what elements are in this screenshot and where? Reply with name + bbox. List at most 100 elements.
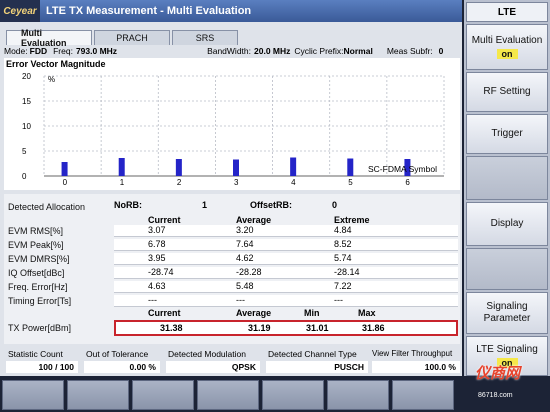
brand-logo: Ceyear — [0, 0, 40, 22]
statistic-count: Statistic Count 100 / 100 — [4, 348, 80, 374]
result-value-extreme: 7.22 — [334, 281, 352, 291]
trigger-softkey[interactable]: Trigger — [466, 114, 548, 154]
result-row: 3.95 4.62 5.74 — [114, 253, 458, 265]
bottom-softkey-7[interactable] — [392, 380, 454, 410]
txpower-header-max: Max — [358, 308, 376, 318]
result-value-current: 6.78 — [148, 239, 166, 249]
watermark-url: 86718.com — [478, 392, 513, 399]
y-tick-label: 10 — [22, 122, 31, 131]
multi-evaluation-on-badge: on — [496, 49, 518, 59]
result-value-average: 5.48 — [236, 281, 254, 291]
evm-bar — [61, 162, 68, 176]
freq-value: 793.0 MHz — [75, 46, 118, 56]
y-tick-label: 20 — [22, 72, 31, 81]
signaling-parameter-softkey[interactable]: Signaling Parameter — [466, 292, 548, 334]
x-tick-label: 6 — [405, 178, 410, 187]
norb-label: NoRB: — [114, 200, 142, 210]
watermark-logo: 仪商网 — [475, 365, 521, 382]
offsetrb-value: 0 — [332, 200, 338, 210]
mode-label: Mode: — [4, 46, 28, 56]
cyclic-prefix-value: Normal — [343, 46, 373, 56]
result-value-average: --- — [236, 295, 245, 305]
x-tick-label: 0 — [63, 178, 68, 187]
y-tick-label: 5 — [22, 147, 27, 156]
txpower-max: 31.86 — [362, 323, 385, 333]
bottom-softkey-5[interactable] — [262, 380, 324, 410]
tab-multi-evaluation[interactable]: Multi Evaluation — [6, 28, 92, 48]
meas-subframe-label: Meas Subfr: — [386, 46, 433, 56]
bottom-softkey-3[interactable] — [132, 380, 194, 410]
display-softkey[interactable]: Display — [466, 202, 548, 246]
results-table: Detected Allocation NoRB: 1 OffsetRB: 0 … — [4, 194, 460, 344]
txpower-header-min: Min — [304, 308, 320, 318]
result-value-current: 3.95 — [148, 253, 166, 263]
multi-evaluation-softkey[interactable]: Multi Evaluation on — [466, 24, 548, 70]
mode-value: FDD — [29, 46, 48, 56]
result-row-label: Timing Error[Ts] — [8, 296, 72, 306]
tab-srs[interactable]: SRS — [172, 30, 238, 45]
result-value-average: 4.62 — [236, 253, 254, 263]
txpower-label: TX Power[dBm] — [8, 323, 72, 333]
result-value-current: 4.63 — [148, 281, 166, 291]
result-value-current: -28.74 — [148, 267, 174, 277]
txpower-average: 31.19 — [248, 323, 271, 333]
x-tick-label: 4 — [291, 178, 296, 187]
statistic-count-value: 100 / 100 — [6, 361, 78, 373]
result-value-extreme: -28.14 — [334, 267, 360, 277]
out-of-tolerance: Out of Tolerance 0.00 % — [84, 348, 162, 374]
y-tick-label: 15 — [22, 97, 31, 106]
x-axis-label: SC-FDMA Symbol — [368, 164, 437, 174]
result-value-average: 7.64 — [236, 239, 254, 249]
blank-softkey-1[interactable] — [466, 156, 548, 200]
result-row-label: Freq. Error[Hz] — [8, 282, 68, 292]
result-row: 3.07 3.20 4.84 — [114, 225, 458, 237]
txpower-header-current: Current — [148, 308, 181, 318]
softkey-header: LTE — [466, 2, 548, 22]
out-of-tolerance-value: 0.00 % — [84, 361, 160, 373]
header-current: Current — [148, 215, 181, 225]
result-value-extreme: 4.84 — [334, 225, 352, 235]
evm-bar — [347, 158, 354, 176]
title-bar: Ceyear LTE TX Measurement - Multi Evalua… — [0, 0, 462, 22]
view-filter-throughput: View Filter Throughput 100.0 % — [372, 348, 460, 374]
txpower-highlight: 31.38 31.19 31.01 31.86 — [114, 320, 458, 336]
window-title: LTE TX Measurement - Multi Evaluation — [46, 5, 252, 17]
out-of-tolerance-label: Out of Tolerance — [86, 349, 149, 359]
bottom-softkey-2[interactable] — [67, 380, 129, 410]
y-axis-label: % — [48, 75, 55, 84]
txpower-header-average: Average — [236, 308, 272, 318]
result-row: 6.78 7.64 8.52 — [114, 239, 458, 251]
offsetrb-label: OffsetRB: — [250, 200, 292, 210]
result-row: 4.63 5.48 7.22 — [114, 281, 458, 293]
tab-prach[interactable]: PRACH — [94, 30, 170, 45]
bottom-softkey-1[interactable] — [2, 380, 64, 410]
view-filter-throughput-value: 100.0 % — [372, 361, 460, 373]
rf-setting-softkey[interactable]: RF Setting — [466, 72, 548, 112]
result-value-average: 3.20 — [236, 225, 254, 235]
meas-subframe-value: 0 — [438, 46, 444, 56]
detected-allocation-label: Detected Allocation — [8, 202, 86, 212]
norb-value: 1 — [202, 200, 208, 210]
blank-softkey-2[interactable] — [466, 248, 548, 290]
evm-bar — [290, 157, 297, 176]
result-row: -28.74 -28.28 -28.14 — [114, 267, 458, 279]
result-row-label: EVM DMRS[%] — [8, 254, 70, 264]
bottom-softkey-6[interactable] — [327, 380, 389, 410]
result-value-extreme: --- — [334, 295, 343, 305]
result-value-current: --- — [148, 295, 157, 305]
result-value-current: 3.07 — [148, 225, 166, 235]
statistic-count-label: Statistic Count — [8, 349, 63, 359]
info-bar: Mode: FDD Freq: 793.0 MHz BandWidth: 20.… — [4, 45, 460, 57]
view-filter-throughput-label: View Filter Throughput — [372, 349, 453, 358]
result-row: --- --- --- — [114, 295, 458, 307]
y-tick-label: 0 — [22, 172, 27, 181]
lte-signaling-label: LTE Signaling — [476, 344, 538, 355]
result-row-label: EVM RMS[%] — [8, 226, 64, 236]
detected-channel-type-label: Detected Channel Type — [268, 349, 357, 359]
bottom-softkey-4[interactable] — [197, 380, 259, 410]
bandwidth-label: BandWidth: — [207, 46, 252, 56]
result-value-extreme: 8.52 — [334, 239, 352, 249]
tab-bar: Multi Evaluation PRACH SRS — [6, 28, 240, 48]
multi-evaluation-label: Multi Evaluation — [471, 35, 543, 46]
bandwidth-value: 20.0 MHz — [254, 46, 291, 56]
